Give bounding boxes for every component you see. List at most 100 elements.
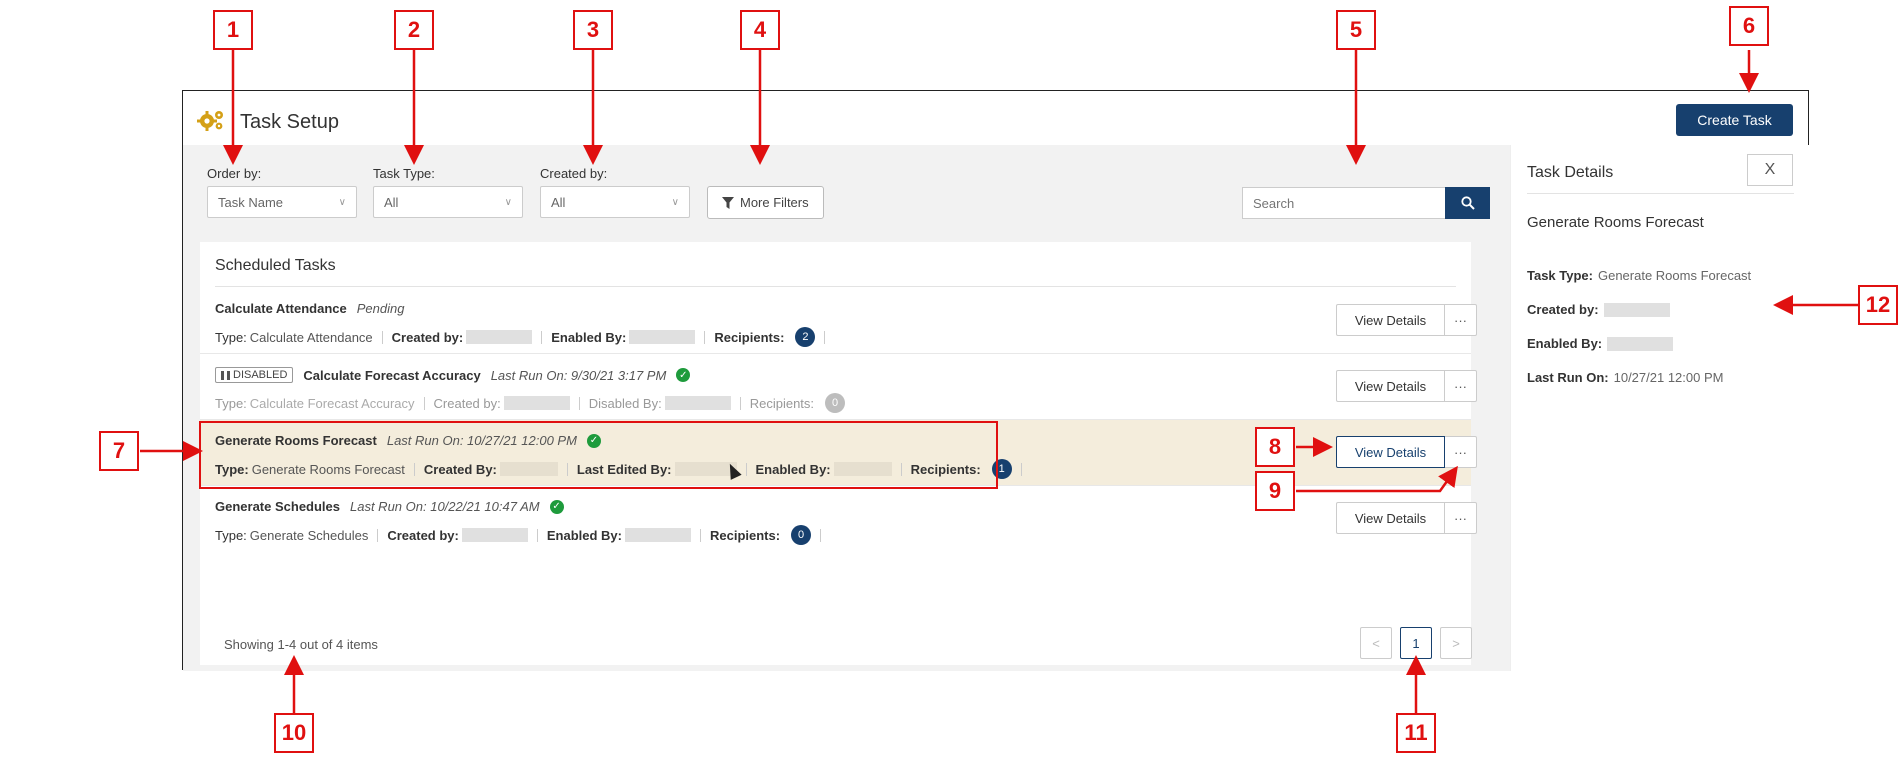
pagination-summary: Showing 1-4 out of 4 items (224, 637, 378, 652)
created-by-label: Created by: (387, 527, 459, 543)
redacted-name (664, 396, 731, 410)
order-by-label: Order by: (207, 166, 262, 181)
annotation-callout: 4 (740, 10, 780, 50)
type-label: Type: (215, 395, 247, 411)
scheduled-tasks-title: Scheduled Tasks (215, 257, 336, 274)
created-by-filter: Created by: All ∨ (540, 166, 690, 218)
search-icon (1460, 196, 1475, 210)
details-enabled-by-label: Enabled By: (1527, 336, 1603, 351)
annotation-callout: 5 (1336, 10, 1376, 50)
created-by-value: All (551, 194, 566, 210)
search-box (1242, 187, 1490, 219)
order-by-value: Task Name (218, 194, 284, 210)
order-by-select[interactable]: Task Name ∨ (207, 186, 357, 218)
view-details-button[interactable]: View Details (1336, 436, 1445, 468)
task-name: Calculate Attendance (215, 301, 347, 316)
pause-icon (221, 370, 230, 380)
chevron-down-icon: ∨ (504, 196, 512, 208)
more-filters-button[interactable]: More Filters (707, 186, 824, 219)
annotation-callout: 2 (394, 10, 434, 50)
redacted-name (499, 462, 558, 476)
created-by-label: Created by: (433, 395, 501, 411)
type-value: Generate Schedules (249, 527, 369, 543)
page-title: Task Setup (240, 111, 339, 133)
app-header: Task Setup Create Task (183, 91, 1808, 145)
task-details-panel: Task Details X Generate Rooms Forecast T… (1510, 145, 1810, 671)
enabled-by-label: Enabled By: (546, 527, 622, 543)
recipients-count-badge: 0 (791, 525, 812, 545)
close-details-button[interactable]: X (1747, 154, 1793, 186)
check-circle-icon: ✓ (586, 433, 601, 448)
recipients-label: Recipients: (749, 395, 815, 411)
details-task-type-label: Task Type: (1527, 268, 1593, 283)
annotation-callout: 7 (99, 431, 139, 471)
task-type-select[interactable]: All ∨ (373, 186, 523, 218)
enabled-by-label: Enabled By: (551, 329, 627, 345)
type-value: Generate Rooms Forecast (251, 461, 405, 477)
more-actions-button[interactable]: ··· (1445, 436, 1477, 468)
recipients-label: Recipients: (709, 527, 781, 543)
details-last-run: Last Run On: 10/27/21 12:00 PM (1527, 370, 1723, 385)
more-actions-button[interactable]: ··· (1445, 304, 1477, 336)
search-button[interactable] (1445, 187, 1490, 219)
view-details-button[interactable]: View Details (1336, 370, 1445, 402)
created-by-select[interactable]: All ∨ (540, 186, 690, 218)
task-name: Calculate Forecast Accuracy (303, 367, 481, 383)
recipients-label: Recipients: (714, 329, 785, 345)
chevron-down-icon: ∨ (338, 196, 346, 208)
search-input[interactable] (1242, 187, 1445, 219)
annotation-callout: 10 (274, 713, 314, 753)
task-status: Last Run On: 9/30/21 3:17 PM (490, 367, 667, 383)
divider (215, 286, 1456, 287)
task-type-filter: Task Type: All ∨ (373, 166, 523, 218)
view-details-button[interactable]: View Details (1336, 304, 1445, 336)
task-status: Pending (356, 301, 405, 316)
task-status: Last Run On: 10/22/21 10:47 AM (350, 499, 540, 514)
details-created-by-label: Created by: (1527, 302, 1599, 317)
details-last-run-value: 10/27/21 12:00 PM (1613, 370, 1724, 385)
recipients-count-badge: 0 (825, 393, 846, 413)
type-label: Type: (215, 527, 247, 543)
created-by-label: Created By: (423, 461, 497, 477)
next-page-button[interactable]: > (1440, 627, 1472, 659)
details-task-name: Generate Rooms Forecast (1527, 214, 1704, 231)
annotation-callout: 1 (213, 10, 253, 50)
annotation-callout: 3 (573, 10, 613, 50)
task-name: Generate Rooms Forecast (215, 433, 377, 448)
enabled-by-label: Enabled By: (755, 461, 831, 477)
view-details-button[interactable]: View Details (1336, 502, 1445, 534)
type-label: Type: (215, 461, 249, 477)
task-type-label: Task Type: (373, 166, 435, 181)
create-task-button[interactable]: Create Task (1676, 104, 1793, 136)
created-by-label: Created by: (540, 166, 608, 181)
more-actions-button[interactable]: ··· (1445, 370, 1477, 402)
annotation-callout: 9 (1255, 471, 1295, 511)
task-row[interactable]: DISABLED Calculate Forecast Accuracy Las… (200, 354, 1477, 420)
annotation-callout: 12 (1858, 285, 1898, 325)
task-details-title: Task Details (1527, 164, 1614, 181)
type-value: Calculate Attendance (249, 329, 373, 345)
redacted-name (624, 528, 691, 542)
recipients-count-badge: 2 (795, 327, 816, 347)
order-by-filter: Order by: Task Name ∨ (207, 166, 357, 218)
more-filters-label: More Filters (740, 195, 809, 210)
more-actions-button[interactable]: ··· (1445, 502, 1477, 534)
details-last-run-label: Last Run On: (1527, 370, 1609, 385)
divider (1527, 193, 1794, 194)
annotation-callout: 11 (1396, 713, 1436, 753)
details-task-type-value: Generate Rooms Forecast (1597, 268, 1752, 283)
disabled-by-label: Disabled By: (588, 395, 662, 411)
disabled-label: DISABLED (233, 369, 288, 381)
task-setup-window: Task Setup Create Task Order by: Task Na… (182, 90, 1810, 671)
task-status: Last Run On: 10/27/21 12:00 PM (386, 433, 577, 448)
task-row[interactable]: Calculate Attendance Pending Type: Calcul… (200, 288, 1477, 354)
filter-icon (722, 196, 734, 209)
previous-page-button[interactable]: < (1360, 627, 1392, 659)
gears-icon (197, 111, 223, 131)
last-edited-by-label: Last Edited By: (576, 461, 672, 477)
redacted-name (466, 330, 533, 344)
check-circle-icon: ✓ (549, 499, 564, 514)
redacted-name (833, 462, 892, 476)
page-1-button[interactable]: 1 (1400, 627, 1432, 659)
main-area: Order by: Task Name ∨ Task Type: All ∨ C… (183, 145, 1510, 671)
